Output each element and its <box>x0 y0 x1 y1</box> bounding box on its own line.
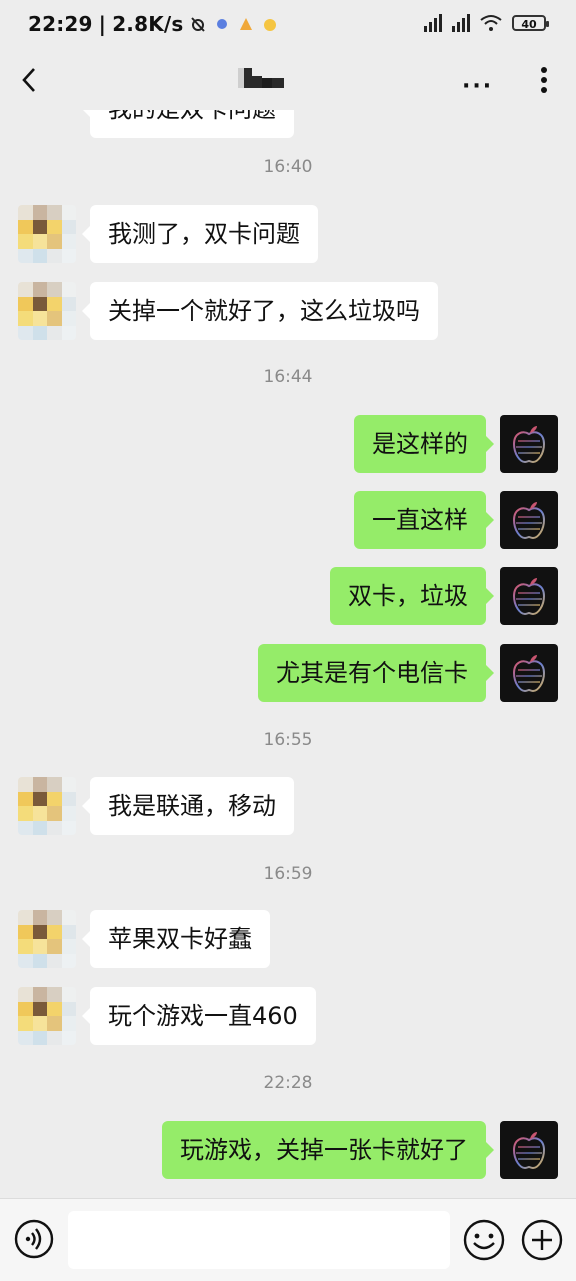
apple-logo-icon <box>500 491 558 549</box>
message-row: 我是联通，移动 <box>0 777 576 835</box>
message-row: 玩游戏，关掉一张卡就好了 <box>0 1121 576 1179</box>
message-bubble-in[interactable]: 我是联通，移动 <box>82 777 294 835</box>
message-bubble-out[interactable]: 一直这样 <box>354 491 494 549</box>
my-avatar[interactable] <box>500 415 558 473</box>
message-input[interactable] <box>68 1211 450 1269</box>
my-avatar[interactable] <box>500 491 558 549</box>
timestamp: 16:59 <box>263 864 313 884</box>
battery-level: 40 <box>521 18 537 31</box>
app-notify-icon-3 <box>263 19 276 31</box>
avatar-mosaic <box>18 777 76 835</box>
timestamp: 16:55 <box>263 730 313 750</box>
app-notify-icon <box>216 19 227 29</box>
message-bubble-out[interactable]: 双卡，垃圾 <box>330 567 494 625</box>
avatar-mosaic <box>18 205 76 263</box>
message-row: 是这样的 <box>0 415 576 473</box>
status-time: 22:29 <box>28 12 93 36</box>
chat-header: ··· <box>0 52 576 110</box>
status-separator: | <box>98 12 107 36</box>
chat-area[interactable]: 我的是双卡问题 16:40 我测了，双卡问题关掉一个就好了，这么垃圾吗 16:44 是… <box>0 110 576 1198</box>
message-row: 我测了，双卡问题 <box>0 205 576 263</box>
avatar-mosaic <box>18 910 76 968</box>
message-bubble-in[interactable]: 我测了，双卡问题 <box>82 205 318 263</box>
more-icon[interactable]: ··· <box>462 74 493 99</box>
avatar-mosaic <box>18 987 76 1045</box>
my-avatar[interactable] <box>500 1121 558 1179</box>
message-bubble-in[interactable]: 苹果双卡好蠢 <box>82 910 270 968</box>
message-row: 一直这样 <box>0 491 576 549</box>
message-row: 玩个游戏一直460 <box>0 987 576 1045</box>
message-row: 双卡，垃圾 <box>0 567 576 625</box>
status-bar: 22:29 | 2.8K/s 40 <box>0 0 576 52</box>
timestamp: 16:40 <box>263 157 313 177</box>
my-avatar[interactable] <box>500 567 558 625</box>
contact-avatar[interactable] <box>18 205 76 263</box>
emoji-icon[interactable] <box>463 1219 505 1261</box>
message-row: 苹果双卡好蠢 <box>0 910 576 968</box>
voice-icon[interactable] <box>14 1219 54 1259</box>
notification-icons <box>190 16 278 32</box>
alarm-off-icon <box>190 17 205 32</box>
timestamp: 16:44 <box>263 367 313 387</box>
message-bubble-out[interactable]: 玩游戏，关掉一张卡就好了 <box>162 1121 494 1179</box>
battery-indicator: 40 <box>512 15 549 31</box>
message-bubble-out[interactable]: 尤其是有个电信卡 <box>258 644 494 702</box>
apple-logo-icon <box>500 1121 558 1179</box>
contact-avatar[interactable] <box>18 282 76 340</box>
kebab-icon[interactable] <box>536 64 552 96</box>
message-bubble-out[interactable]: 是这样的 <box>354 415 494 473</box>
contact-avatar[interactable] <box>18 110 76 138</box>
contact-avatar[interactable] <box>18 987 76 1045</box>
message-bubble-in[interactable]: 关掉一个就好了，这么垃圾吗 <box>82 282 438 340</box>
message-row: 关掉一个就好了，这么垃圾吗 <box>0 282 576 340</box>
timestamp: 22:28 <box>263 1073 313 1093</box>
wifi-icon <box>480 15 502 31</box>
apple-logo-icon <box>500 415 558 473</box>
apple-logo-icon <box>500 644 558 702</box>
contact-avatar[interactable] <box>18 910 76 968</box>
signal-icon-2 <box>452 14 470 32</box>
app-notify-icon-2 <box>239 18 252 30</box>
apple-logo-icon <box>500 567 558 625</box>
my-avatar[interactable] <box>500 644 558 702</box>
input-bar <box>0 1198 576 1281</box>
contact-name-mosaic <box>238 68 284 88</box>
contact-avatar[interactable] <box>18 777 76 835</box>
network-speed: 2.8K/s <box>112 12 184 36</box>
back-icon[interactable] <box>18 66 42 94</box>
message-bubble-in[interactable]: 我的是双卡问题 <box>82 110 294 138</box>
status-right: 40 <box>424 14 549 32</box>
status-left: 22:29 | 2.8K/s <box>28 12 278 36</box>
avatar-mosaic <box>18 282 76 340</box>
message-row: 尤其是有个电信卡 <box>0 644 576 702</box>
plus-icon[interactable] <box>521 1219 563 1261</box>
message-bubble-in[interactable]: 玩个游戏一直460 <box>82 987 316 1045</box>
signal-icon <box>424 14 442 32</box>
